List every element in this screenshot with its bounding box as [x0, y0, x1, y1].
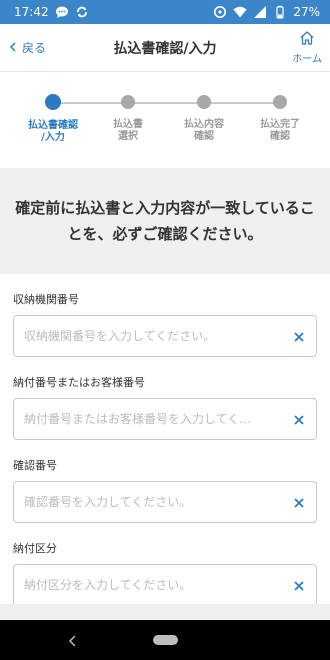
input-wrapper	[13, 564, 317, 606]
home-icon	[299, 30, 315, 50]
payment-form: 収納機関番号 納付番号またはお客様番号 確認番号 納付区分	[0, 274, 330, 606]
payment-number-input[interactable]	[14, 399, 274, 439]
chevron-left-icon	[8, 41, 18, 55]
field-collection-agency-number: 収納機関番号	[13, 291, 317, 357]
step-dot	[121, 95, 135, 109]
step-label: 払込完了 確認	[260, 119, 300, 142]
field-label: 納付番号またはお客様番号	[13, 376, 145, 389]
step-1: 払込書確認 /入力	[18, 94, 88, 144]
step-2: 払込書 選択	[93, 95, 163, 143]
back-button[interactable]: 戻る	[8, 39, 46, 56]
confirmation-number-input[interactable]	[14, 482, 274, 522]
input-wrapper	[13, 398, 317, 440]
step-dot	[197, 95, 211, 109]
field-payment-number: 納付番号またはお客様番号	[13, 374, 317, 440]
collection-agency-number-input[interactable]	[14, 316, 274, 356]
back-label: 戻る	[22, 41, 47, 55]
battery-icon	[273, 5, 287, 19]
wifi-icon	[233, 5, 247, 19]
signal-icon	[253, 5, 267, 19]
form-bottom-divider	[0, 604, 330, 620]
chat-icon	[55, 5, 69, 19]
status-bar: 17:42 27%	[0, 0, 330, 24]
step-3: 払込内容 確認	[169, 95, 239, 143]
status-right: 27%	[213, 5, 320, 19]
step-4: 払込完了 確認	[245, 95, 315, 143]
input-wrapper	[13, 315, 317, 357]
step-label: 払込書 選択	[113, 119, 143, 142]
nav-home-pill[interactable]	[153, 635, 178, 645]
status-time: 17:42	[14, 5, 49, 19]
battery-percent: 27%	[293, 5, 320, 19]
step-label: 払込内容 確認	[184, 119, 224, 142]
input-wrapper	[13, 481, 317, 523]
step-dot-active	[45, 94, 61, 110]
field-payment-category: 納付区分	[13, 540, 317, 606]
system-nav-bar	[0, 620, 330, 660]
page-title: 払込書確認/入力	[113, 40, 217, 57]
clear-icon[interactable]	[292, 329, 306, 343]
status-left: 17:42	[14, 5, 89, 19]
field-confirmation-number: 確認番号	[13, 457, 317, 523]
alarm-icon	[213, 5, 227, 19]
confirmation-notice: 確定前に払込書と入力内容が一致していることを、必ずご確認ください。	[0, 168, 330, 274]
nav-back-icon[interactable]	[66, 633, 80, 647]
app-header: 戻る 払込書確認/入力 ホーム	[0, 24, 330, 72]
sync-icon	[75, 5, 89, 19]
field-label: 確認番号	[13, 459, 57, 472]
notice-text: 確定前に払込書と入力内容が一致していることを、必ずご確認ください。	[15, 199, 315, 243]
home-label: ホーム	[292, 54, 322, 65]
field-label: 納付区分	[13, 542, 57, 555]
step-label: 払込書確認 /入力	[28, 120, 78, 143]
clear-icon[interactable]	[292, 412, 306, 426]
step-dot	[273, 95, 287, 109]
field-label: 収納機関番号	[13, 293, 79, 306]
clear-icon[interactable]	[292, 495, 306, 509]
clear-icon[interactable]	[292, 578, 306, 592]
home-button[interactable]: ホーム	[292, 30, 322, 65]
progress-stepper: 払込書確認 /入力 払込書 選択 払込内容 確認 払込完了 確認	[0, 72, 330, 168]
payment-category-input[interactable]	[14, 565, 274, 605]
